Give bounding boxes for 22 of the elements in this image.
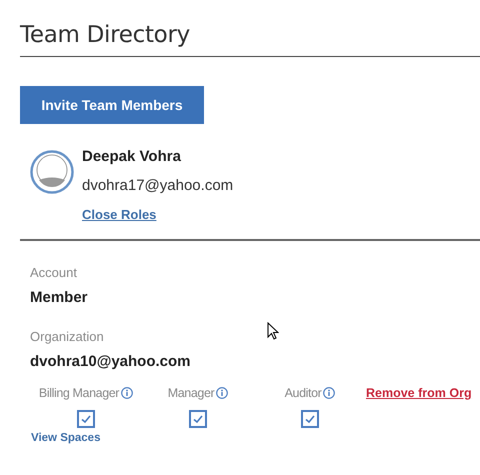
role-label: Billing Manager — [38, 386, 120, 400]
close-roles-link[interactable]: Close Roles — [82, 207, 156, 223]
role-checkbox[interactable] — [189, 410, 207, 428]
mouse-cursor-icon — [267, 322, 279, 340]
role-checkbox[interactable] — [77, 410, 95, 428]
member-name: Deepak Vohra — [82, 147, 181, 167]
info-icon[interactable] — [216, 387, 228, 399]
role-label: Auditor — [284, 386, 322, 400]
role-checkbox[interactable] — [301, 410, 319, 428]
field-value: dvohra10@yahoo.com — [30, 353, 191, 371]
info-icon[interactable] — [121, 387, 134, 399]
invite-button[interactable]: Invite Team Members — [20, 86, 204, 124]
page-title: Team Directory — [19, 21, 191, 50]
info-icon[interactable] — [323, 387, 336, 399]
remove-from-org-link[interactable]: Remove from Org — [366, 386, 472, 400]
member-email: dvohra17@yahoo.com — [82, 176, 234, 196]
role-label: Manager — [168, 386, 214, 400]
field-label: Organization — [30, 329, 104, 345]
field-label: Account — [30, 265, 77, 281]
view-spaces-link[interactable]: View Spaces — [31, 432, 100, 444]
avatar-icon — [30, 150, 74, 194]
field-value: Member — [30, 289, 88, 307]
